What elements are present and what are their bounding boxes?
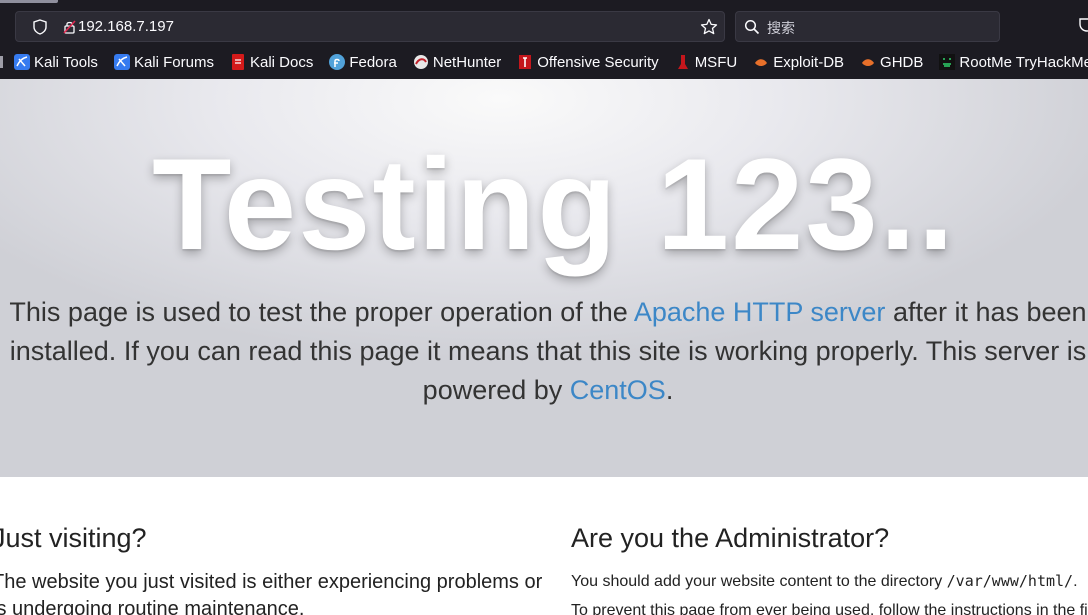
bookmark-star-icon[interactable] (700, 18, 718, 36)
bookmark-rootme[interactable]: RootMe TryHackMe W... (937, 49, 1088, 75)
bookmark-label: RootMe TryHackMe W... (959, 53, 1088, 71)
bookmark-ghdb[interactable]: GHDB (858, 49, 925, 75)
bookmark-exploit-db[interactable]: Exploit-DB (751, 49, 846, 75)
bookmark-offensive-security[interactable]: Offensive Security (515, 49, 660, 75)
visitor-text: The website you just visited is either e… (0, 571, 543, 615)
bookmark-kali-tools[interactable]: Kali Tools (12, 49, 100, 75)
active-tab-indicator[interactable] (0, 0, 58, 3)
bookmark-label: MSFU (694, 53, 738, 71)
page-title: Testing 123.. (152, 131, 956, 277)
kali-icon (113, 54, 130, 70)
rootme-icon (939, 54, 956, 70)
lead-end: . (665, 375, 674, 405)
lock-icon[interactable] (62, 19, 78, 35)
admin-text-1-before: You should add your website content to t… (571, 573, 947, 590)
kali-docs-icon (231, 54, 244, 70)
bookmark-label: Offensive Security (537, 53, 659, 71)
shield-icon[interactable] (32, 19, 48, 35)
bookmark-label: Kali Tools (34, 53, 98, 71)
search-placeholder: 搜索 (767, 21, 795, 37)
admin-text-2: To prevent this page from ever being use… (571, 602, 1088, 615)
pocket-icon[interactable] (1078, 16, 1088, 34)
bookmark-label: NetHunter (432, 53, 502, 71)
bookmark-label: Fedora (349, 53, 397, 71)
lead-text: This page is used to test the proper ope… (9, 297, 634, 327)
msfu-icon (677, 55, 688, 69)
webroot-path: /var/www/html/ (946, 572, 1074, 590)
url-text[interactable]: 192.168.7.197 (78, 18, 174, 35)
centos-link[interactable]: CentOS (570, 375, 666, 405)
admin-text-1-after: . (1073, 573, 1078, 590)
ghdb-icon (862, 59, 875, 66)
admin-section: Are you the Administrator? You should ad… (571, 477, 1088, 615)
admin-text-1: You should add your website content to t… (571, 572, 1078, 591)
bookmarks-toolbar: Kali Tools Kali Forums Kali Docs Fedora … (0, 48, 1088, 76)
visitor-heading: Just visiting? (0, 523, 147, 553)
hero-banner: Testing 123.. This page is used to test … (0, 79, 1088, 477)
exploitdb-icon (755, 59, 768, 66)
bookmark-kali-forums[interactable]: Kali Forums (112, 49, 216, 75)
visitor-section: Just visiting? The website you just visi… (0, 477, 560, 615)
search-icon (744, 19, 760, 35)
bookmark-msfu[interactable]: MSFU (673, 49, 740, 75)
bookmark-label: GHDB (880, 53, 924, 71)
search-bar[interactable]: 搜索 (735, 11, 1000, 42)
bookmark-nethunter[interactable]: NetHunter (411, 49, 503, 75)
lead-paragraph: This page is used to test the proper ope… (0, 293, 1088, 410)
bookmark-kali-docs[interactable]: Kali Docs (228, 49, 315, 75)
nethunter-icon (413, 55, 428, 69)
fedora-icon (329, 54, 346, 70)
kali-icon (14, 54, 30, 70)
apache-link[interactable]: Apache HTTP server (634, 297, 886, 327)
bookmark-label: Kali Docs (249, 53, 314, 71)
bookmark-fedora[interactable]: Fedora (327, 49, 399, 75)
bookmark-label: Kali Forums (133, 53, 214, 71)
bookmark-label: Exploit-DB (773, 53, 845, 71)
admin-heading: Are you the Administrator? (571, 523, 890, 553)
url-bar[interactable]: 192.168.7.197 (15, 11, 725, 42)
browser-chrome: 192.168.7.197 搜索 Kali Tools Kali Forums … (0, 0, 1088, 79)
offsec-icon (519, 55, 532, 69)
